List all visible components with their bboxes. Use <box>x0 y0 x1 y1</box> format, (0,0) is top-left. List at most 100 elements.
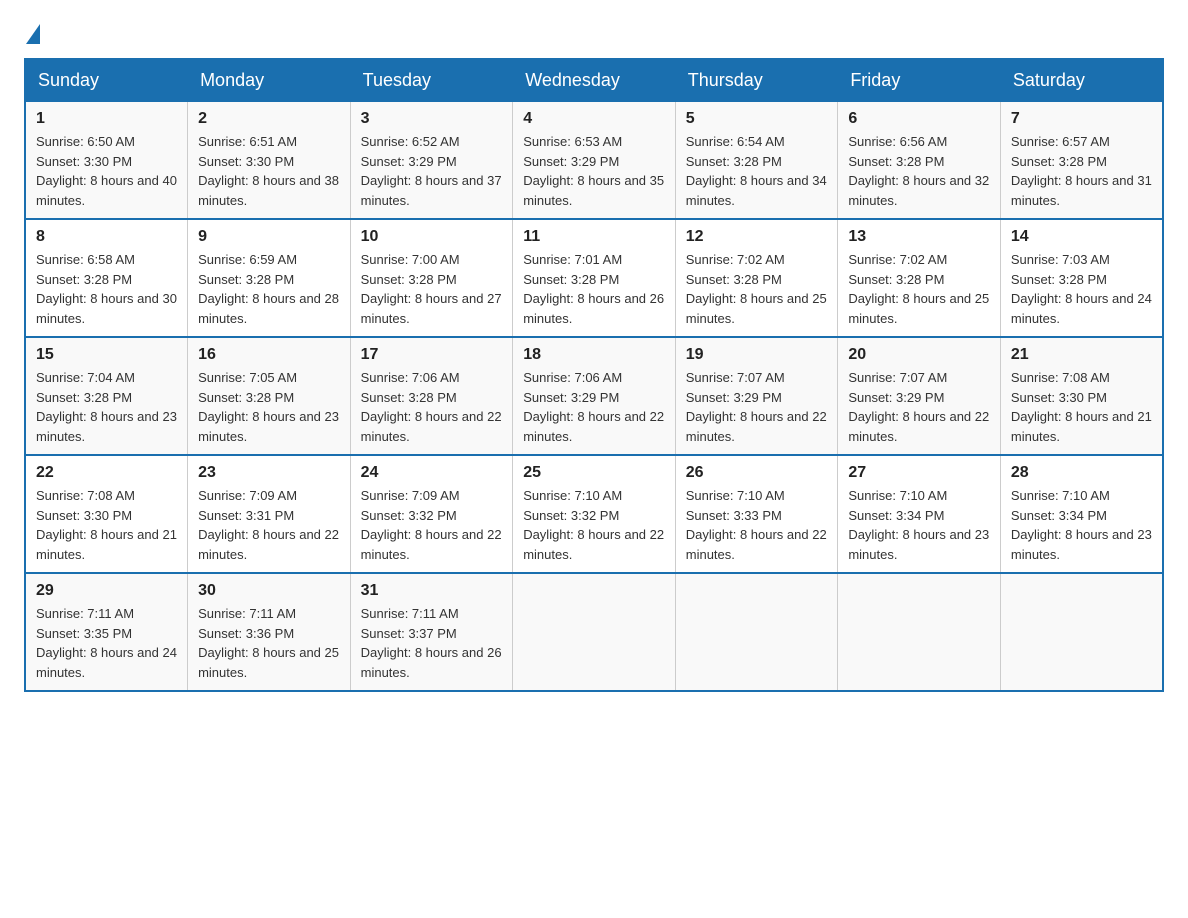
day-info: Sunrise: 6:59 AMSunset: 3:28 PMDaylight:… <box>198 250 340 328</box>
day-info: Sunrise: 7:10 AMSunset: 3:34 PMDaylight:… <box>848 486 990 564</box>
table-row: 14 Sunrise: 7:03 AMSunset: 3:28 PMDayligh… <box>1000 219 1163 337</box>
day-info: Sunrise: 6:54 AMSunset: 3:28 PMDaylight:… <box>686 132 828 210</box>
calendar-week-row: 29 Sunrise: 7:11 AMSunset: 3:35 PMDayligh… <box>25 573 1163 691</box>
day-number: 13 <box>848 228 990 246</box>
table-row: 27 Sunrise: 7:10 AMSunset: 3:34 PMDayligh… <box>838 455 1001 573</box>
table-row: 17 Sunrise: 7:06 AMSunset: 3:28 PMDayligh… <box>350 337 513 455</box>
table-row: 9Sunrise: 6:59 AMSunset: 3:28 PMDaylight… <box>188 219 351 337</box>
day-number: 17 <box>361 346 503 364</box>
table-row <box>838 573 1001 691</box>
day-info: Sunrise: 7:11 AMSunset: 3:36 PMDaylight:… <box>198 604 340 682</box>
day-info: Sunrise: 7:11 AMSunset: 3:37 PMDaylight:… <box>361 604 503 682</box>
day-number: 20 <box>848 346 990 364</box>
day-number: 19 <box>686 346 828 364</box>
day-info: Sunrise: 7:02 AMSunset: 3:28 PMDaylight:… <box>686 250 828 328</box>
table-row <box>675 573 838 691</box>
table-row: 1Sunrise: 6:50 AMSunset: 3:30 PMDaylight… <box>25 102 188 220</box>
day-number: 18 <box>523 346 665 364</box>
day-info: Sunrise: 7:08 AMSunset: 3:30 PMDaylight:… <box>1011 368 1152 446</box>
table-row: 28 Sunrise: 7:10 AMSunset: 3:34 PMDayligh… <box>1000 455 1163 573</box>
col-thursday: Thursday <box>675 59 838 102</box>
table-row: 19 Sunrise: 7:07 AMSunset: 3:29 PMDayligh… <box>675 337 838 455</box>
day-number: 26 <box>686 464 828 482</box>
col-sunday: Sunday <box>25 59 188 102</box>
day-number: 24 <box>361 464 503 482</box>
day-number: 5 <box>686 110 828 128</box>
day-number: 6 <box>848 110 990 128</box>
page-header <box>24 24 1164 42</box>
col-tuesday: Tuesday <box>350 59 513 102</box>
table-row: 3Sunrise: 6:52 AMSunset: 3:29 PMDaylight… <box>350 102 513 220</box>
table-row: 6 Sunrise: 6:56 AMSunset: 3:28 PMDaylight… <box>838 102 1001 220</box>
day-info: Sunrise: 6:57 AMSunset: 3:28 PMDaylight:… <box>1011 132 1152 210</box>
table-row: 18 Sunrise: 7:06 AMSunset: 3:29 PMDayligh… <box>513 337 676 455</box>
day-info: Sunrise: 6:58 AMSunset: 3:28 PMDaylight:… <box>36 250 177 328</box>
day-info: Sunrise: 7:09 AMSunset: 3:32 PMDaylight:… <box>361 486 503 564</box>
table-row: 8 Sunrise: 6:58 AMSunset: 3:28 PMDaylight… <box>25 219 188 337</box>
day-number: 7 <box>1011 110 1152 128</box>
table-row <box>1000 573 1163 691</box>
logo-triangle-icon <box>26 24 40 44</box>
day-info: Sunrise: 6:50 AMSunset: 3:30 PMDaylight:… <box>36 132 177 210</box>
calendar-table: Sunday Monday Tuesday Wednesday Thursday… <box>24 58 1164 692</box>
table-row: 11Sunrise: 7:01 AMSunset: 3:28 PMDayligh… <box>513 219 676 337</box>
table-row: 22Sunrise: 7:08 AMSunset: 3:30 PMDayligh… <box>25 455 188 573</box>
table-row: 15 Sunrise: 7:04 AMSunset: 3:28 PMDayligh… <box>25 337 188 455</box>
table-row: 4 Sunrise: 6:53 AMSunset: 3:29 PMDaylight… <box>513 102 676 220</box>
day-info: Sunrise: 7:05 AMSunset: 3:28 PMDaylight:… <box>198 368 340 446</box>
day-number: 2 <box>198 110 340 128</box>
table-row: 30 Sunrise: 7:11 AMSunset: 3:36 PMDayligh… <box>188 573 351 691</box>
col-monday: Monday <box>188 59 351 102</box>
table-row: 7 Sunrise: 6:57 AMSunset: 3:28 PMDaylight… <box>1000 102 1163 220</box>
day-number: 12 <box>686 228 828 246</box>
table-row: 23 Sunrise: 7:09 AMSunset: 3:31 PMDayligh… <box>188 455 351 573</box>
day-number: 21 <box>1011 346 1152 364</box>
day-info: Sunrise: 7:02 AMSunset: 3:28 PMDaylight:… <box>848 250 990 328</box>
day-number: 14 <box>1011 228 1152 246</box>
table-row: 21 Sunrise: 7:08 AMSunset: 3:30 PMDayligh… <box>1000 337 1163 455</box>
day-number: 8 <box>36 228 177 246</box>
day-number: 10 <box>361 228 503 246</box>
table-row: 5 Sunrise: 6:54 AMSunset: 3:28 PMDaylight… <box>675 102 838 220</box>
day-info: Sunrise: 7:07 AMSunset: 3:29 PMDaylight:… <box>848 368 990 446</box>
day-info: Sunrise: 7:09 AMSunset: 3:31 PMDaylight:… <box>198 486 340 564</box>
table-row: 26 Sunrise: 7:10 AMSunset: 3:33 PMDayligh… <box>675 455 838 573</box>
day-number: 22 <box>36 464 177 482</box>
day-number: 30 <box>198 582 340 600</box>
day-number: 29 <box>36 582 177 600</box>
table-row: 10 Sunrise: 7:00 AMSunset: 3:28 PMDayligh… <box>350 219 513 337</box>
day-info: Sunrise: 7:04 AMSunset: 3:28 PMDaylight:… <box>36 368 177 446</box>
day-number: 4 <box>523 110 665 128</box>
day-info: Sunrise: 6:53 AMSunset: 3:29 PMDaylight:… <box>523 132 665 210</box>
day-number: 16 <box>198 346 340 364</box>
day-info: Sunrise: 7:10 AMSunset: 3:33 PMDaylight:… <box>686 486 828 564</box>
day-number: 31 <box>361 582 503 600</box>
col-friday: Friday <box>838 59 1001 102</box>
calendar-week-row: 15 Sunrise: 7:04 AMSunset: 3:28 PMDayligh… <box>25 337 1163 455</box>
day-info: Sunrise: 7:07 AMSunset: 3:29 PMDaylight:… <box>686 368 828 446</box>
day-number: 28 <box>1011 464 1152 482</box>
day-info: Sunrise: 7:06 AMSunset: 3:29 PMDaylight:… <box>523 368 665 446</box>
table-row: 2Sunrise: 6:51 AMSunset: 3:30 PMDaylight… <box>188 102 351 220</box>
table-row: 24 Sunrise: 7:09 AMSunset: 3:32 PMDayligh… <box>350 455 513 573</box>
day-number: 15 <box>36 346 177 364</box>
day-info: Sunrise: 7:01 AMSunset: 3:28 PMDaylight:… <box>523 250 665 328</box>
day-number: 27 <box>848 464 990 482</box>
day-info: Sunrise: 6:52 AMSunset: 3:29 PMDaylight:… <box>361 132 503 210</box>
day-info: Sunrise: 7:06 AMSunset: 3:28 PMDaylight:… <box>361 368 503 446</box>
day-number: 25 <box>523 464 665 482</box>
table-row: 13 Sunrise: 7:02 AMSunset: 3:28 PMDayligh… <box>838 219 1001 337</box>
day-info: Sunrise: 7:10 AMSunset: 3:34 PMDaylight:… <box>1011 486 1152 564</box>
logo <box>24 24 40 42</box>
logo-text <box>24 24 40 42</box>
table-row <box>513 573 676 691</box>
table-row: 29 Sunrise: 7:11 AMSunset: 3:35 PMDayligh… <box>25 573 188 691</box>
day-number: 23 <box>198 464 340 482</box>
day-info: Sunrise: 7:11 AMSunset: 3:35 PMDaylight:… <box>36 604 177 682</box>
day-info: Sunrise: 7:03 AMSunset: 3:28 PMDaylight:… <box>1011 250 1152 328</box>
table-row: 16 Sunrise: 7:05 AMSunset: 3:28 PMDayligh… <box>188 337 351 455</box>
day-info: Sunrise: 6:56 AMSunset: 3:28 PMDaylight:… <box>848 132 990 210</box>
table-row: 20 Sunrise: 7:07 AMSunset: 3:29 PMDayligh… <box>838 337 1001 455</box>
day-info: Sunrise: 7:10 AMSunset: 3:32 PMDaylight:… <box>523 486 665 564</box>
day-info: Sunrise: 7:00 AMSunset: 3:28 PMDaylight:… <box>361 250 503 328</box>
